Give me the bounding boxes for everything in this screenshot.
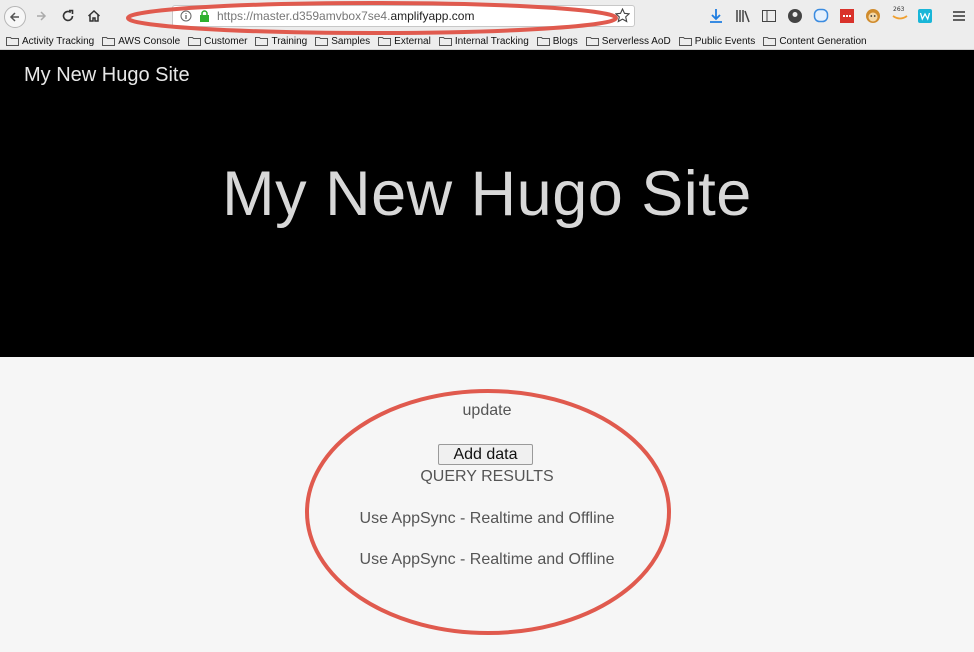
bookmark-folder[interactable]: Customer bbox=[188, 33, 247, 49]
home-button[interactable] bbox=[83, 5, 105, 27]
update-label: update bbox=[462, 402, 512, 419]
bookmark-folder[interactable]: Internal Tracking bbox=[438, 33, 529, 49]
back-icon bbox=[9, 12, 19, 22]
url-domain: amplifyapp.com bbox=[390, 9, 475, 23]
folder-icon bbox=[763, 37, 777, 46]
folder-icon bbox=[585, 37, 599, 46]
extension-icon[interactable] bbox=[839, 8, 855, 24]
bookmark-label: Blogs bbox=[552, 35, 578, 47]
folder-icon bbox=[6, 37, 19, 46]
bookmark-label: Training bbox=[271, 35, 308, 47]
account-icon[interactable] bbox=[787, 8, 803, 24]
forward-icon bbox=[37, 11, 47, 21]
bookmark-label: Serverless AoD bbox=[601, 35, 671, 47]
bookmark-label: External bbox=[394, 35, 431, 47]
main-content: update Add data QUERY RESULTS Use AppSyn… bbox=[0, 357, 974, 652]
bookmark-label: Customer bbox=[204, 35, 248, 47]
info-icon[interactable] bbox=[180, 10, 192, 22]
bookmark-folder[interactable]: Activity Tracking bbox=[6, 33, 94, 49]
hero-title: My New Hugo Site bbox=[222, 159, 752, 229]
menu-icon[interactable] bbox=[951, 8, 967, 24]
bookmark-folder[interactable]: Blogs bbox=[536, 33, 578, 49]
folder-icon bbox=[378, 37, 392, 46]
bookmark-folder[interactable]: AWS Console bbox=[102, 33, 180, 49]
folder-icon bbox=[188, 37, 202, 46]
w-icon[interactable] bbox=[917, 8, 933, 24]
extension-badge: 263 bbox=[893, 6, 905, 13]
bookmark-folder[interactable]: Serverless AoD bbox=[585, 33, 671, 49]
folder-icon bbox=[678, 37, 692, 46]
bookmark-folder[interactable]: Content Generation bbox=[763, 33, 867, 49]
bookmark-folder[interactable]: Samples bbox=[315, 33, 370, 49]
query-results-heading: QUERY RESULTS bbox=[420, 468, 554, 485]
bookmark-label: Content Generation bbox=[779, 35, 867, 47]
hero-section: My New Hugo Site My New Hugo Site bbox=[0, 50, 974, 357]
forward-button[interactable] bbox=[30, 5, 52, 27]
folder-icon bbox=[315, 37, 329, 46]
url-prefix: https://master.d359amvbox7se4. bbox=[217, 9, 391, 23]
address-bar[interactable]: https://master.d359amvbox7se4.amplifyapp… bbox=[172, 5, 635, 27]
result-item: Use AppSync - Realtime and Offline bbox=[359, 510, 615, 527]
folder-icon bbox=[438, 37, 452, 46]
folder-icon bbox=[102, 37, 116, 46]
sidebar-icon[interactable] bbox=[761, 8, 777, 24]
amazon-icon bbox=[892, 15, 908, 20]
reload-button[interactable] bbox=[57, 5, 79, 27]
bookmark-star-icon[interactable] bbox=[615, 8, 630, 23]
add-data-button[interactable]: Add data bbox=[438, 444, 533, 465]
url-text: https://master.d359amvbox7se4.amplifyapp… bbox=[217, 9, 474, 23]
bookmark-label: Samples bbox=[331, 35, 371, 47]
bookmark-folder[interactable]: External bbox=[378, 33, 431, 49]
home-icon bbox=[87, 9, 101, 22]
result-item: Use AppSync - Realtime and Offline bbox=[359, 551, 615, 568]
folder-icon bbox=[536, 37, 550, 46]
lock-icon bbox=[200, 10, 209, 22]
bookmark-label: Activity Tracking bbox=[22, 35, 95, 47]
amazon-extension[interactable]: 263 bbox=[891, 6, 909, 24]
folder-icon bbox=[255, 37, 269, 46]
site-name-link[interactable]: My New Hugo Site bbox=[24, 64, 190, 87]
bookmark-label: Internal Tracking bbox=[454, 35, 529, 47]
reload-icon bbox=[62, 9, 74, 22]
back-button[interactable] bbox=[4, 6, 26, 28]
browser-toolbar: https://master.d359amvbox7se4.amplifyapp… bbox=[0, 0, 974, 33]
bookmarks-toolbar: Activity Tracking AWS Console Customer Trai… bbox=[0, 33, 974, 50]
bookmark-label: AWS Console bbox=[118, 35, 181, 47]
monkey-icon[interactable] bbox=[865, 8, 881, 24]
library-icon[interactable] bbox=[735, 8, 751, 24]
chat-icon[interactable] bbox=[813, 8, 829, 24]
bookmark-folder[interactable]: Training bbox=[255, 33, 307, 49]
bookmark-folder[interactable]: Public Events bbox=[678, 33, 756, 49]
bookmark-label: Public Events bbox=[694, 35, 756, 47]
download-icon[interactable] bbox=[708, 8, 724, 24]
